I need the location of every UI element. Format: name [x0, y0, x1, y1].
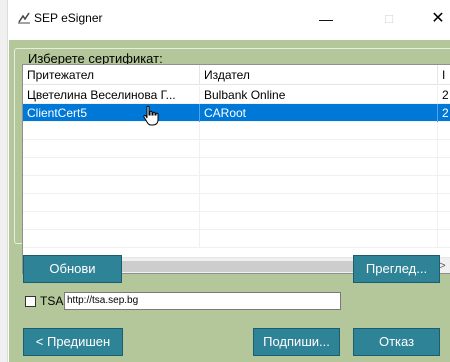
minimize-button[interactable]: —	[315, 8, 337, 30]
dialog-body: Изберете сертификат: Притежател Издател …	[9, 40, 450, 362]
table-row[interactable]: Цветелина Веселинова Г... Bulbank Online…	[23, 86, 450, 104]
window-title: SEP eSigner	[34, 11, 103, 25]
refresh-button[interactable]: Обнови	[23, 255, 122, 283]
empty-row	[23, 212, 450, 230]
table-row-selected[interactable]: ClientCert5 CARoot 2	[23, 104, 450, 126]
cell-holder: ClientCert5	[23, 104, 200, 122]
tsa-label: TSA:	[40, 294, 67, 308]
certificate-list[interactable]: Притежател Издател I Цветелина Веселинов…	[22, 64, 450, 274]
sep-logo-icon	[18, 12, 30, 24]
tsa-url-field[interactable]: http://tsa.sep.bg	[64, 292, 341, 310]
cell-holder: Цветелина Веселинова Г...	[23, 86, 200, 104]
previous-button[interactable]: < Предишен	[23, 328, 123, 356]
title-bar: SEP eSigner — □ ✕	[9, 0, 450, 40]
cancel-button[interactable]: Отказ	[353, 328, 440, 356]
column-issuer[interactable]: Издател	[200, 65, 438, 85]
empty-row	[23, 122, 450, 140]
cell-issuer: CARoot	[200, 104, 438, 122]
cell-extra: 2	[442, 88, 449, 102]
empty-row	[23, 194, 450, 212]
window-left-edge	[0, 0, 8, 362]
preview-button[interactable]: Преглед...	[353, 255, 440, 283]
column-extra[interactable]: I	[438, 65, 450, 85]
tsa-checkbox[interactable]	[25, 296, 36, 307]
empty-row	[23, 176, 450, 194]
close-button[interactable]: ✕	[427, 8, 449, 30]
list-header: Притежател Издател I	[23, 65, 450, 85]
sign-button[interactable]: Подпиши...	[253, 328, 340, 356]
cell-extra: 2	[442, 106, 449, 120]
empty-row	[23, 230, 450, 248]
cell-issuer: Bulbank Online	[200, 86, 438, 104]
empty-row	[23, 140, 450, 158]
column-holder[interactable]: Притежател	[23, 65, 200, 85]
maximize-button[interactable]: □	[378, 8, 400, 30]
empty-row	[23, 158, 450, 176]
